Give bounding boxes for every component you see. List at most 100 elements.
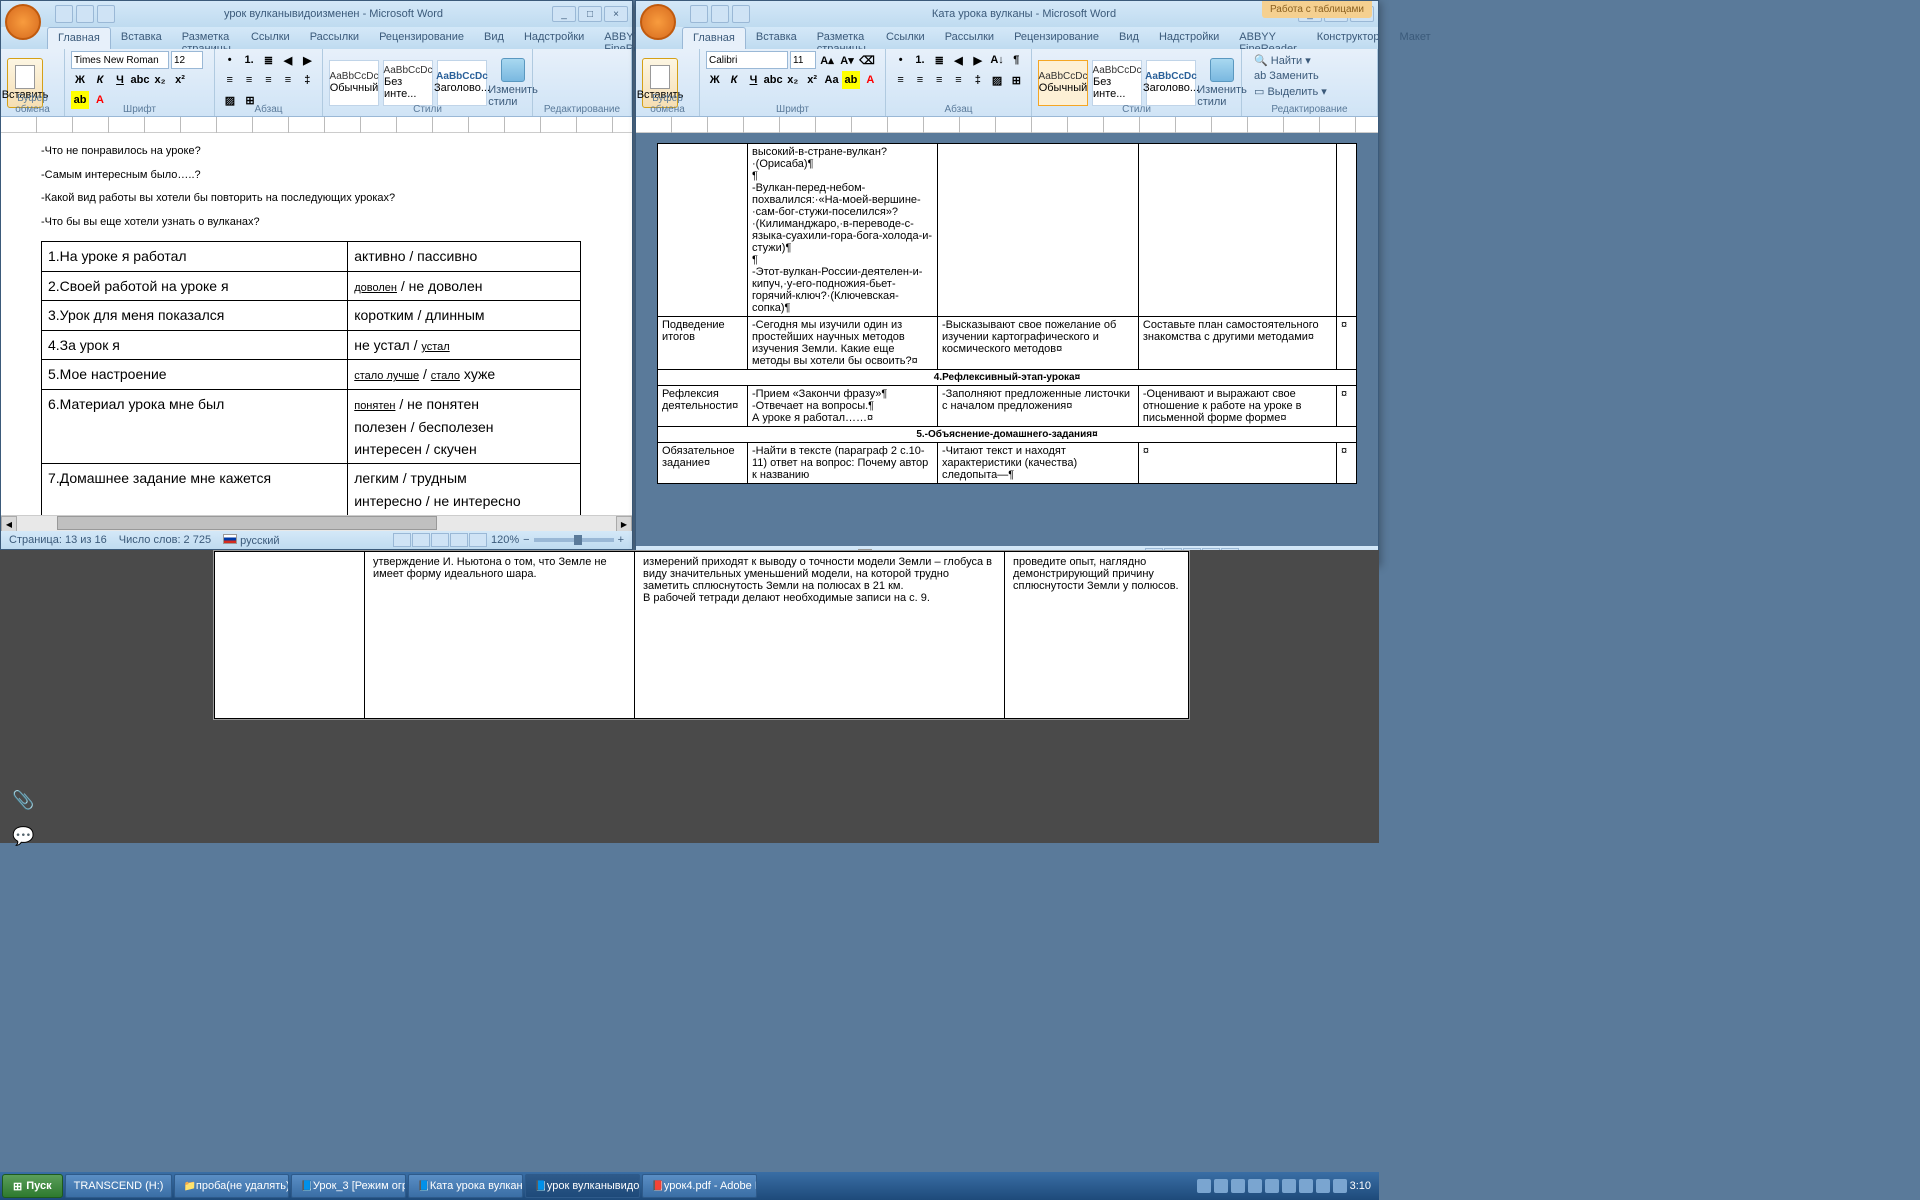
align-right-button[interactable]: ≡ bbox=[931, 71, 948, 89]
subscript-button[interactable]: x₂ bbox=[784, 71, 801, 89]
change-styles-button[interactable]: Изменить стили bbox=[1200, 58, 1244, 108]
underline-button[interactable]: Ч bbox=[745, 71, 762, 89]
justify-button[interactable]: ≡ bbox=[279, 71, 296, 89]
numbering-button[interactable]: 1. bbox=[911, 51, 928, 69]
print-layout-view[interactable] bbox=[393, 533, 411, 547]
bold-button[interactable]: Ж bbox=[706, 71, 723, 89]
zoom-level[interactable]: 120% bbox=[491, 534, 519, 546]
style-heading[interactable]: AaBbCcDcЗаголово... bbox=[437, 60, 487, 106]
grow-font-button[interactable]: A▴ bbox=[818, 51, 836, 69]
font-name-select[interactable] bbox=[706, 51, 788, 69]
taskbar-item[interactable]: TRANSCEND (H:) bbox=[65, 1174, 173, 1198]
qat-undo-icon[interactable] bbox=[711, 5, 729, 23]
tray-icon[interactable] bbox=[1214, 1179, 1228, 1193]
zoom-out-button[interactable]: − bbox=[523, 534, 529, 546]
tab-addins[interactable]: Надстройки bbox=[514, 27, 594, 49]
tab-view[interactable]: Вид bbox=[1109, 27, 1149, 49]
horizontal-scrollbar-1[interactable]: ◀ ▶ bbox=[1, 515, 632, 531]
taskbar-item[interactable]: 📘 Урок_3 [Режим огранич... bbox=[291, 1174, 406, 1198]
outline-view[interactable] bbox=[450, 533, 468, 547]
tab-mailings[interactable]: Рассылки bbox=[935, 27, 1004, 49]
clock[interactable]: 3:10 bbox=[1350, 1180, 1371, 1192]
tray-icon[interactable] bbox=[1265, 1179, 1279, 1193]
titlebar-1[interactable]: урок вулканывидоизменен - Microsoft Word… bbox=[1, 1, 632, 27]
italic-button[interactable]: К bbox=[725, 71, 742, 89]
clear-format-button[interactable]: ⌫ bbox=[858, 51, 876, 69]
tab-review[interactable]: Рецензирование bbox=[1004, 27, 1109, 49]
align-left-button[interactable]: ≡ bbox=[221, 71, 238, 89]
italic-button[interactable]: К bbox=[91, 71, 109, 89]
style-heading[interactable]: AaBbCcDcЗаголово... bbox=[1146, 60, 1196, 106]
qat-undo-icon[interactable] bbox=[76, 5, 94, 23]
pdf-cell[interactable]: утверждение И. Ньютона о том, что Земле … bbox=[365, 552, 635, 719]
justify-button[interactable]: ≡ bbox=[950, 71, 967, 89]
tab-home[interactable]: Главная bbox=[47, 27, 111, 49]
line-spacing-button[interactable]: ‡ bbox=[969, 71, 986, 89]
change-case-button[interactable]: Aa bbox=[823, 71, 840, 89]
zoom-in-button[interactable]: + bbox=[618, 534, 624, 546]
change-styles-button[interactable]: Изменить стили bbox=[491, 58, 535, 108]
strike-button[interactable]: abc bbox=[764, 71, 782, 89]
select-button[interactable]: ▭ Выделить ▾ bbox=[1250, 84, 1369, 99]
doc-text[interactable]: -Самым интересным было…..? bbox=[41, 167, 592, 185]
font-size-select[interactable] bbox=[790, 51, 816, 69]
tray-icon[interactable] bbox=[1248, 1179, 1262, 1193]
font-color-button[interactable]: A bbox=[862, 71, 879, 89]
tab-layout[interactable]: Разметка страницы bbox=[807, 27, 876, 49]
qat-redo-icon[interactable] bbox=[732, 5, 750, 23]
tab-references[interactable]: Ссылки bbox=[876, 27, 935, 49]
tab-design[interactable]: Конструктор bbox=[1307, 27, 1390, 49]
tab-layout[interactable]: Разметка страницы bbox=[172, 27, 241, 49]
shading-button[interactable]: ▨ bbox=[988, 71, 1005, 89]
highlight-button[interactable]: ab bbox=[842, 71, 859, 89]
lesson-plan-table[interactable]: высокий-в-стране-вулкан?·(Орисаба)¶ ¶ -В… bbox=[657, 143, 1357, 484]
cell[interactable]: не устал / устал bbox=[348, 330, 581, 360]
indent-inc-button[interactable]: ▶ bbox=[299, 51, 316, 69]
line-spacing-button[interactable]: ‡ bbox=[299, 71, 316, 89]
minimize-button[interactable]: _ bbox=[552, 6, 576, 22]
cell[interactable]: стало лучше / стало хуже bbox=[348, 360, 581, 390]
language-indicator[interactable]: русский bbox=[223, 534, 279, 547]
font-name-select[interactable] bbox=[71, 51, 169, 69]
taskbar-item[interactable]: 📁 проба(не удалять) bbox=[174, 1174, 289, 1198]
page-indicator[interactable]: Страница: 13 из 16 bbox=[9, 534, 107, 546]
qat-save-icon[interactable] bbox=[55, 5, 73, 23]
align-center-button[interactable]: ≡ bbox=[240, 71, 257, 89]
tray-icon[interactable] bbox=[1316, 1179, 1330, 1193]
doc-text[interactable]: -Что бы вы еще хотели узнать о вулканах? bbox=[41, 214, 592, 232]
document-area-2[interactable]: высокий-в-стране-вулкан?·(Орисаба)¶ ¶ -В… bbox=[636, 133, 1378, 546]
style-normal[interactable]: AaBbCcDcОбычный bbox=[1038, 60, 1088, 106]
titlebar-2[interactable]: Ката урока вулканы - Microsoft Word Рабо… bbox=[636, 1, 1378, 27]
tab-abbyy[interactable]: ABBYY FineReader 11 bbox=[1229, 27, 1306, 49]
indent-inc-button[interactable]: ▶ bbox=[969, 51, 986, 69]
show-marks-button[interactable]: ¶ bbox=[1008, 51, 1025, 69]
doc-text[interactable]: -Какой вид работы вы хотели бы повторить… bbox=[41, 190, 592, 208]
bold-button[interactable]: Ж bbox=[71, 71, 89, 89]
pdf-cell[interactable]: проведите опыт, наглядно демонстрирующий… bbox=[1005, 552, 1189, 719]
tab-review[interactable]: Рецензирование bbox=[369, 27, 474, 49]
multilevel-button[interactable]: ≣ bbox=[931, 51, 948, 69]
subscript-button[interactable]: x₂ bbox=[151, 71, 169, 89]
reflection-table[interactable]: 1.На уроке я работалактивно / пассивно 2… bbox=[41, 241, 581, 515]
multilevel-button[interactable]: ≣ bbox=[260, 51, 277, 69]
horizontal-ruler-2[interactable] bbox=[636, 117, 1378, 133]
document-area-1[interactable]: -Что не понравилось на уроке? -Самым инт… bbox=[1, 133, 632, 515]
maximize-button[interactable]: □ bbox=[578, 6, 602, 22]
align-right-button[interactable]: ≡ bbox=[260, 71, 277, 89]
sort-button[interactable]: A↓ bbox=[988, 51, 1005, 69]
office-button[interactable] bbox=[5, 4, 41, 40]
superscript-button[interactable]: x² bbox=[804, 71, 821, 89]
tab-view[interactable]: Вид bbox=[474, 27, 514, 49]
numbering-button[interactable]: 1. bbox=[240, 51, 257, 69]
pdf-page[interactable]: утверждение И. Ньютона о том, что Земле … bbox=[213, 550, 1190, 720]
align-left-button[interactable]: ≡ bbox=[892, 71, 909, 89]
tab-addins[interactable]: Надстройки bbox=[1149, 27, 1229, 49]
comment-icon[interactable]: 💬 bbox=[12, 826, 36, 846]
cell[interactable]: доволен / не доволен bbox=[348, 271, 581, 301]
close-button[interactable]: × bbox=[604, 6, 628, 22]
web-layout-view[interactable] bbox=[431, 533, 449, 547]
bullets-button[interactable]: • bbox=[892, 51, 909, 69]
taskbar-item-active[interactable]: 📘 урок вулканывидои... bbox=[525, 1174, 640, 1198]
tab-insert[interactable]: Вставка bbox=[746, 27, 807, 49]
taskbar-item[interactable]: 📕 урок4.pdf - Adobe Reader bbox=[642, 1174, 757, 1198]
